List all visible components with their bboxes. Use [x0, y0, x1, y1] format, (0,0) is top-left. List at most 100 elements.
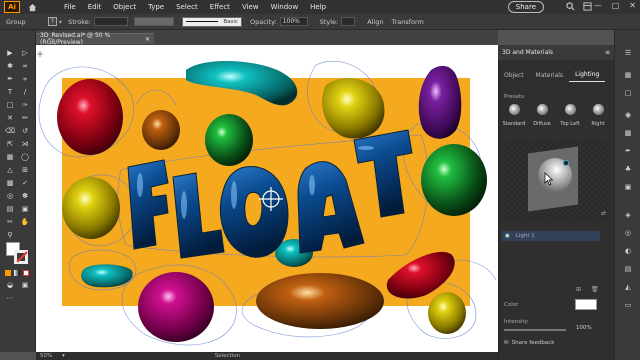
selection-tool-icon[interactable]: ▶ [4, 48, 16, 58]
chevron-down-icon[interactable]: ▾ [62, 353, 65, 359]
maximize-icon[interactable]: □ [612, 1, 620, 10]
screen-mode-icon[interactable]: ▣ [19, 280, 31, 290]
close-icon[interactable]: ✕ [629, 1, 636, 10]
slice-tool-icon[interactable]: ✂ [4, 217, 16, 227]
green-blob-center[interactable] [205, 114, 253, 166]
properties-icon[interactable]: ☰ [623, 48, 633, 58]
intensity-slider[interactable] [504, 329, 566, 331]
brushes-icon[interactable]: ✒ [623, 146, 633, 156]
variable-width-profile[interactable] [133, 17, 174, 26]
gradient-mode-icon[interactable] [14, 270, 20, 276]
scale-tool-icon[interactable]: ⇱ [4, 139, 16, 149]
menu-type[interactable]: Type [142, 3, 170, 11]
line-tool-icon[interactable]: / [19, 87, 31, 97]
canvas-area[interactable] [36, 45, 498, 352]
swap-lights-icon[interactable]: ⇄ [601, 210, 606, 217]
fill-stroke-widget[interactable] [6, 242, 30, 266]
layers-icon[interactable]: ▦ [623, 70, 633, 80]
search-icon[interactable] [566, 2, 575, 11]
menu-window[interactable]: Window [265, 3, 305, 11]
yellow-blob-left[interactable] [62, 177, 120, 239]
pathfinder-icon[interactable]: ◭ [623, 282, 633, 292]
intensity-value[interactable]: 100% [576, 325, 592, 331]
libraries-icon[interactable]: □ [623, 88, 633, 98]
brush-definition[interactable]: Basic [181, 16, 242, 27]
menu-view[interactable]: View [236, 3, 265, 11]
preset-top-left[interactable]: Top Left [558, 104, 582, 127]
align-panel-icon[interactable]: ▤ [623, 264, 633, 274]
minimize-icon[interactable]: — [594, 1, 602, 10]
symbols-icon[interactable]: ♣ [623, 164, 633, 174]
transparency-icon[interactable]: ◐ [623, 246, 633, 256]
light-color-swatch[interactable] [575, 299, 597, 310]
menu-file[interactable]: File [58, 3, 82, 11]
zoom-level[interactable]: 50% [40, 353, 62, 359]
curvature-tool-icon[interactable]: ≁ [19, 74, 31, 84]
artboard[interactable] [36, 45, 498, 352]
share-button[interactable]: Share [507, 1, 544, 13]
shape-builder-tool-icon[interactable]: ◯ [19, 152, 31, 162]
zoom-tool-icon[interactable]: ⚲ [4, 230, 16, 240]
menu-effect[interactable]: Effect [204, 3, 236, 11]
eyedropper-tool-icon[interactable]: ✓ [19, 178, 31, 188]
tab-lighting[interactable]: Lighting [569, 68, 606, 82]
fill-swatch[interactable]: ? [47, 17, 57, 26]
pen-tool-icon[interactable]: ✒ [4, 74, 16, 84]
light-position-preview[interactable]: ⇄ [504, 140, 610, 220]
red-blob-top-left[interactable] [57, 79, 123, 155]
green-blob-right[interactable] [421, 144, 487, 216]
paintbrush-tool-icon[interactable]: ✑ [19, 100, 31, 110]
hand-tool-icon[interactable]: ✋ [19, 217, 31, 227]
graphic-styles-icon[interactable]: ▣ [623, 182, 633, 192]
draw-mode-icon[interactable]: ◒ [4, 280, 16, 290]
magic-wand-tool-icon[interactable]: ✱ [4, 61, 16, 71]
preset-standard[interactable]: Standard [502, 104, 526, 127]
graph-tool-icon[interactable]: ▤ [4, 204, 16, 214]
rotate-tool-icon[interactable]: ↺ [19, 126, 31, 136]
artboard-tool-icon[interactable]: ▣ [19, 204, 31, 214]
tab-materials[interactable]: Materials [530, 68, 570, 82]
edit-toolbar-icon[interactable]: ⋯ [4, 293, 16, 303]
eye-icon[interactable]: ◉ [505, 233, 510, 239]
color-icon[interactable]: ◉ [623, 110, 633, 120]
menu-help[interactable]: Help [304, 3, 332, 11]
document-tab[interactable]: 3D_Revised.ai* @ 50 % (RGB/Preview) ✕ [36, 32, 154, 46]
fill-control[interactable]: ? ▾ [47, 17, 62, 26]
mesh-tool-icon[interactable]: ⊞ [19, 165, 31, 175]
brown-blob[interactable] [142, 110, 180, 150]
gradient-tool-icon[interactable]: ▩ [4, 178, 16, 188]
align-button[interactable]: Align [367, 18, 383, 26]
light-list-item[interactable]: ◉ Light 1 [502, 231, 600, 241]
shaper-tool-icon[interactable]: ✕ [4, 113, 16, 123]
perspective-grid-tool-icon[interactable]: △ [4, 165, 16, 175]
menu-edit[interactable]: Edit [82, 3, 108, 11]
blend-tool-icon[interactable]: ◎ [4, 191, 16, 201]
appearance-icon[interactable]: ◎ [623, 228, 633, 238]
type-tool-icon[interactable]: T [4, 87, 16, 97]
magenta-blob-bottom[interactable] [138, 272, 214, 342]
menu-object[interactable]: Object [107, 3, 142, 11]
transform-panel-icon[interactable]: ▭ [623, 300, 633, 310]
home-icon[interactable] [26, 1, 38, 13]
swatches-icon[interactable]: ▩ [623, 128, 633, 138]
close-tab-icon[interactable]: ✕ [145, 36, 150, 43]
eraser-tool-icon[interactable]: ⌫ [4, 126, 16, 136]
3d-materials-icon[interactable]: ◈ [623, 210, 633, 220]
free-transform-tool-icon[interactable]: ▦ [4, 152, 16, 162]
width-tool-icon[interactable]: ⋊ [19, 139, 31, 149]
panel-menu-icon[interactable]: ≡ [605, 49, 610, 56]
preset-right[interactable]: Right [586, 104, 610, 127]
light-handle[interactable] [563, 160, 569, 166]
share-feedback[interactable]: ✉ Share feedback [498, 338, 614, 348]
stroke-weight-field[interactable] [93, 17, 128, 26]
add-light-icon[interactable]: ⊞ [576, 286, 581, 293]
delete-light-icon[interactable]: 🗑 [591, 286, 599, 293]
menu-select[interactable]: Select [170, 3, 204, 11]
style-swatch[interactable] [341, 17, 356, 26]
chevron-down-icon[interactable]: ▾ [59, 18, 62, 26]
arrange-icon[interactable] [583, 2, 592, 11]
tab-object[interactable]: Object [498, 68, 530, 82]
brown-blob-bottom[interactable] [256, 273, 384, 329]
preset-diffuse[interactable]: Diffuse [530, 104, 554, 127]
color-mode-icon[interactable] [5, 270, 11, 276]
